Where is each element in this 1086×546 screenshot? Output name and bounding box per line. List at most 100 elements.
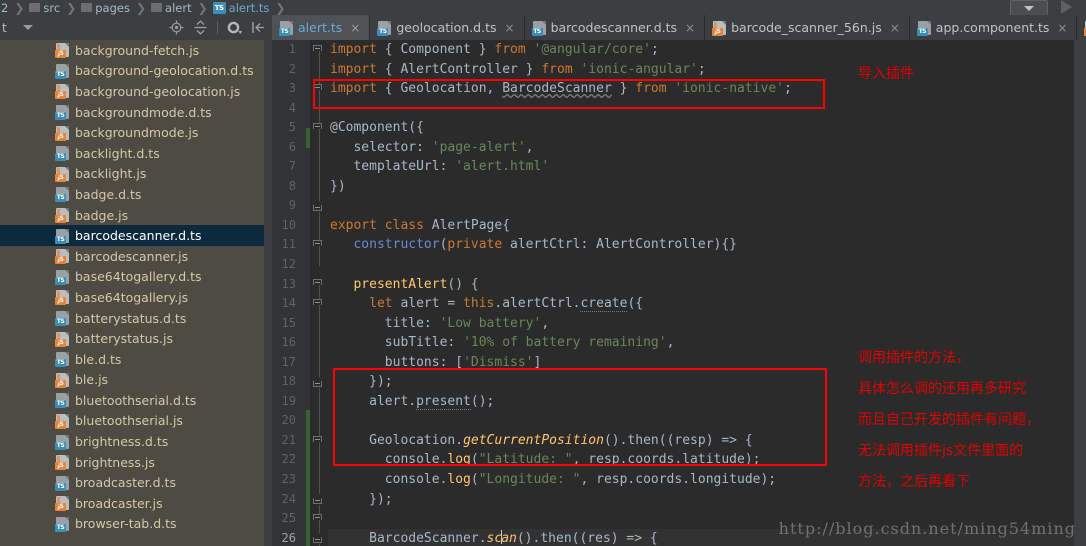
fold-toggle-icon[interactable]	[313, 514, 324, 525]
typescript-file-icon: TS	[55, 475, 69, 491]
tree-item-brightness-d-ts[interactable]: TS brightness.d.ts	[0, 431, 264, 452]
breadcrumb-item-4[interactable]: TS alert.ts ❯	[212, 1, 290, 15]
fold-toggle-icon[interactable]	[313, 240, 324, 251]
fold-toggle-icon[interactable]	[313, 377, 324, 388]
gear-icon[interactable]	[227, 20, 242, 35]
line-number: 26	[281, 530, 296, 545]
dropdown-button[interactable]	[1010, 0, 1048, 16]
annotation-usage-line-0: 调用插件的方法，	[858, 350, 970, 366]
tree-item-batterystatus-d-ts[interactable]: TS batterystatus.d.ts	[0, 308, 264, 329]
fold-toggle-icon[interactable]	[313, 533, 324, 544]
tree-item-backlight-d-ts[interactable]: TS backlight.d.ts	[0, 143, 264, 164]
code-line: buttons: ['Dismiss']	[330, 354, 542, 370]
close-icon[interactable]: ×	[350, 21, 360, 35]
typescript-file-icon: TS	[55, 434, 69, 450]
fold-toggle-icon[interactable]	[313, 494, 324, 505]
fold-toggle-icon[interactable]	[313, 84, 324, 95]
collapse-all-icon[interactable]	[193, 20, 208, 35]
line-number: 14	[281, 296, 296, 311]
sidebar-scrollbar-track[interactable]	[264, 40, 272, 546]
fold-toggle-icon[interactable]	[313, 201, 324, 212]
tree-item-bluetoothserial-js[interactable]: JS bluetoothserial.js	[0, 411, 264, 432]
editor-tab-barcodescanner-d-ts[interactable]: TS barcodescanner.d.ts ×	[525, 15, 706, 40]
typescript-file-icon: TS	[212, 1, 226, 14]
hide-panel-icon[interactable]	[251, 20, 266, 35]
javascript-file-icon: JS	[55, 372, 69, 388]
line-number: 4	[288, 100, 296, 115]
fold-toggle-icon[interactable]	[313, 436, 324, 447]
project-file-tree[interactable]: JS background-fetch.js TS background-geoloc…	[0, 40, 264, 546]
editor-tab-geoloca[interactable]: JSgeoloca	[1077, 15, 1086, 40]
tree-item-badge-d-ts[interactable]: TS badge.d.ts	[0, 184, 264, 205]
editor-tab-geolocation-d-ts[interactable]: TS geolocation.d.ts ×	[370, 15, 525, 40]
tree-item-barcodescanner-d-ts[interactable]: TS barcodescanner.d.ts	[0, 225, 264, 246]
annotation-usage-line-2: 而且自己开发的插件有问题，	[858, 412, 1040, 428]
code-line: templateUrl: 'alert.html'	[330, 159, 550, 175]
tree-item-label: barcodescanner.js	[75, 248, 189, 264]
breadcrumb-item-3[interactable]: alert ❯	[150, 1, 212, 15]
javascript-file-icon: JS	[55, 84, 69, 100]
tree-item-bluetoothserial-d-ts[interactable]: TS bluetoothserial.d.ts	[0, 390, 264, 411]
fold-toggle-icon[interactable]	[313, 299, 324, 310]
breadcrumb-item-1[interactable]: src ❯	[28, 1, 80, 15]
toolbar-divider	[217, 21, 218, 34]
typescript-file-icon: TS	[916, 20, 931, 36]
close-icon[interactable]: ×	[890, 21, 900, 35]
fold-toggle-icon[interactable]	[313, 45, 324, 56]
tree-item-backgroundmode-js[interactable]: JS backgroundmode.js	[0, 122, 264, 143]
tree-item-label: browser-tab.d.ts	[75, 516, 177, 532]
tree-item-base64togallery-js[interactable]: JS base64togallery.js	[0, 287, 264, 308]
line-number: 20	[281, 413, 296, 428]
line-number: 25	[281, 511, 296, 526]
tree-item-badge-js[interactable]: JS badge.js	[0, 205, 264, 226]
tree-item-batterystatus-js[interactable]: JS batterystatus.js	[0, 328, 264, 349]
code-line: import { Component } from '@angular/core…	[330, 42, 659, 57]
tree-item-label: badge.d.ts	[75, 186, 142, 202]
breadcrumb-separator: ❯	[14, 0, 25, 15]
tree-item-background-fetch-js[interactable]: JS background-fetch.js	[0, 40, 264, 61]
tree-item-label: base64togallery.d.ts	[75, 269, 202, 285]
code-content[interactable]: import { Component } from '@angular/core…	[328, 40, 1086, 546]
breadcrumb-item-2[interactable]: pages ❯	[80, 1, 150, 15]
line-number: 18	[281, 374, 296, 389]
editor-tab-barcode-scanner-56n-js[interactable]: JS barcode_scanner_56n.js ×	[705, 15, 910, 40]
fold-toggle-icon[interactable]	[313, 123, 324, 134]
typescript-file-icon: TS	[55, 352, 69, 368]
tree-item-browser-tab-d-ts[interactable]: TS browser-tab.d.ts	[0, 514, 264, 535]
tree-item-ble-d-ts[interactable]: TS ble.d.ts	[0, 349, 264, 370]
tree-item-base64togallery-d-ts[interactable]: TS base64togallery.d.ts	[0, 267, 264, 288]
error-stripe-gutter[interactable]	[1074, 40, 1086, 546]
tree-item-label: batterystatus.d.ts	[75, 310, 187, 326]
editor-tab-alert-ts[interactable]: TS alert.ts ×	[272, 15, 371, 40]
breadcrumb-item-0[interactable]: 2 ❯	[0, 1, 28, 15]
editor-gutter[interactable]: 1 2 3 4 5 6 7 8 9 10 11 12 13 14 15 16 17 18 19 20 21 22 23 24 2…	[272, 40, 310, 546]
fold-toggle-icon[interactable]	[313, 279, 324, 290]
tree-item-ble-js[interactable]: JS ble.js	[0, 370, 264, 391]
close-icon[interactable]: ×	[685, 21, 695, 35]
tree-item-barcodescanner-js[interactable]: JS barcodescanner.js	[0, 246, 264, 267]
close-icon[interactable]: ×	[1057, 21, 1067, 35]
typescript-file-icon: TS	[55, 516, 69, 532]
tree-item-broadcaster-d-ts[interactable]: TS broadcaster.d.ts	[0, 472, 264, 493]
tree-item-label: brightness.d.ts	[75, 434, 169, 450]
code-folding-column[interactable]	[310, 40, 328, 546]
tree-item-label: base64togallery.js	[75, 289, 189, 305]
code-line: subTitle: '10% of battery remaining',	[330, 335, 675, 351]
tree-item-broadcaster-js[interactable]: JS broadcaster.js	[0, 493, 264, 514]
tree-item-backlight-js[interactable]: JS backlight.js	[0, 164, 264, 185]
tree-item-backgroundmode-d-ts[interactable]: TS backgroundmode.d.ts	[0, 102, 264, 123]
locate-icon[interactable]	[169, 20, 184, 35]
tree-item-background-geolocation-js[interactable]: JS background-geolocation.js	[0, 81, 264, 102]
typescript-file-icon: TS	[55, 146, 69, 162]
code-line: title: 'Low battery',	[330, 315, 550, 331]
editor-tab-app-component-ts[interactable]: TS app.component.ts ×	[910, 15, 1078, 40]
run-icon[interactable]	[1061, 0, 1072, 14]
javascript-file-icon: JS	[55, 413, 69, 429]
editor-tab-bar[interactable]: TS alert.ts × TS geolocation.d.ts × TS barcodes…	[272, 15, 1086, 40]
close-icon[interactable]: ×	[505, 21, 515, 35]
tree-item-brightness-js[interactable]: JS brightness.js	[0, 452, 264, 473]
code-line: });	[330, 491, 393, 507]
tree-item-background-geolocation-d-ts[interactable]: TS background-geolocation.d.ts	[0, 61, 264, 82]
chevron-down-icon[interactable]	[22, 25, 33, 30]
